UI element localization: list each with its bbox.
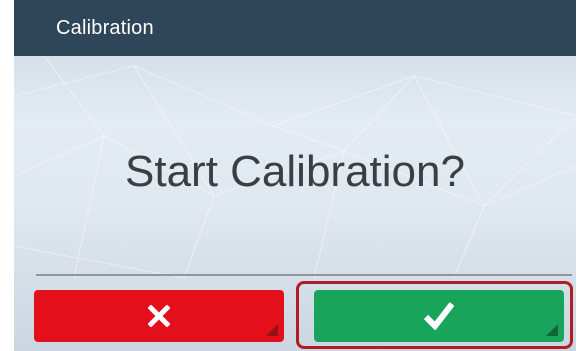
corner-indicator	[546, 324, 558, 336]
cancel-button[interactable]	[34, 290, 284, 342]
divider	[36, 274, 572, 276]
checkmark-icon	[424, 302, 454, 330]
page-title: Calibration	[56, 17, 154, 39]
close-icon	[148, 305, 170, 327]
corner-indicator	[266, 324, 278, 336]
dialog-prompt: Start Calibration?	[125, 147, 465, 196]
title-bar: Calibration	[14, 0, 576, 56]
confirm-button[interactable]	[314, 290, 564, 342]
calibration-screen: Calibration Start Calibration?	[14, 0, 576, 351]
